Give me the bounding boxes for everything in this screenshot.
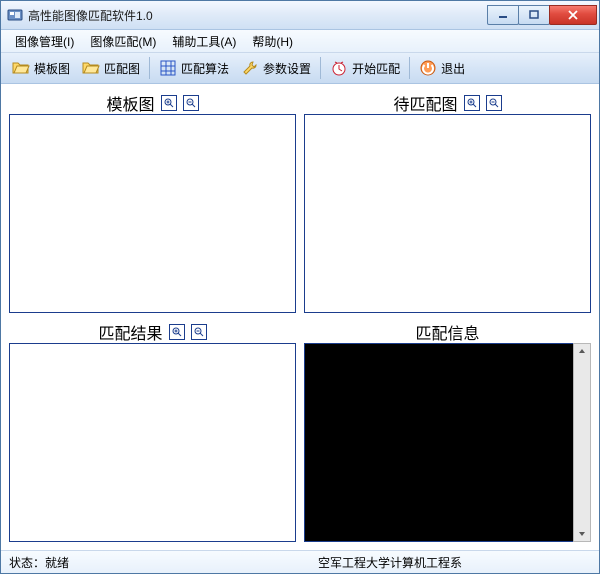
app-icon bbox=[7, 7, 23, 23]
result-image-view[interactable] bbox=[9, 343, 296, 542]
tool-matchimg-label: 匹配图 bbox=[104, 60, 140, 77]
power-icon bbox=[419, 59, 437, 77]
toolbar-separator bbox=[409, 57, 410, 79]
menu-image-manage[interactable]: 图像管理(I) bbox=[7, 30, 82, 53]
toolbar-separator bbox=[320, 57, 321, 79]
panel-template: 模板图 bbox=[9, 92, 296, 313]
folder-open-icon bbox=[82, 59, 100, 77]
tool-start-label: 开始匹配 bbox=[352, 60, 400, 77]
window-buttons bbox=[488, 5, 597, 25]
folder-open-icon bbox=[12, 59, 30, 77]
tool-template-button[interactable]: 模板图 bbox=[7, 57, 75, 79]
tool-algorithm-label: 匹配算法 bbox=[181, 60, 229, 77]
zoom-in-button[interactable] bbox=[161, 95, 177, 111]
maximize-button[interactable] bbox=[518, 5, 550, 25]
wrench-icon bbox=[241, 59, 259, 77]
panel-info-title: 匹配信息 bbox=[415, 320, 479, 344]
panel-info: 匹配信息 bbox=[304, 321, 591, 542]
panel-pending: 待匹配图 bbox=[304, 92, 591, 313]
menu-image-match[interactable]: 图像匹配(M) bbox=[82, 30, 164, 53]
client-area: 模板图 待匹配图 匹配结果 匹配信息 bbox=[1, 84, 599, 550]
zoom-out-button[interactable] bbox=[191, 324, 207, 340]
grid-icon bbox=[159, 59, 177, 77]
panel-result-head: 匹配结果 bbox=[9, 321, 296, 343]
zoom-in-button[interactable] bbox=[169, 324, 185, 340]
menu-help[interactable]: 帮助(H) bbox=[244, 30, 301, 53]
panel-template-title: 模板图 bbox=[106, 91, 154, 115]
tool-algorithm-button[interactable]: 匹配算法 bbox=[154, 57, 234, 79]
tool-params-button[interactable]: 参数设置 bbox=[236, 57, 316, 79]
pending-image-view[interactable] bbox=[304, 114, 591, 313]
titlebar: 高性能图像匹配软件1.0 bbox=[1, 1, 599, 30]
panel-pending-title: 待匹配图 bbox=[393, 91, 457, 115]
panel-info-head: 匹配信息 bbox=[304, 321, 591, 343]
zoom-in-button[interactable] bbox=[464, 95, 480, 111]
scroll-up-icon[interactable] bbox=[574, 344, 590, 358]
vertical-scrollbar[interactable] bbox=[573, 343, 591, 542]
main-window: 高性能图像匹配软件1.0 图像管理(I) 图像匹配(M) 辅助工具(A) 帮助(… bbox=[0, 0, 600, 574]
toolbar-separator bbox=[149, 57, 150, 79]
close-button[interactable] bbox=[549, 5, 597, 25]
tool-template-label: 模板图 bbox=[34, 60, 70, 77]
panel-result: 匹配结果 bbox=[9, 321, 296, 542]
template-image-view[interactable] bbox=[9, 114, 296, 313]
panel-pending-head: 待匹配图 bbox=[304, 92, 591, 114]
zoom-out-button[interactable] bbox=[183, 95, 199, 111]
panel-template-head: 模板图 bbox=[9, 92, 296, 114]
panel-result-title: 匹配结果 bbox=[98, 320, 162, 344]
clock-icon bbox=[330, 59, 348, 77]
tool-start-button[interactable]: 开始匹配 bbox=[325, 57, 405, 79]
window-title: 高性能图像匹配软件1.0 bbox=[28, 7, 488, 24]
menu-aux-tools[interactable]: 辅助工具(A) bbox=[164, 30, 244, 53]
tool-matchimg-button[interactable]: 匹配图 bbox=[77, 57, 145, 79]
tool-exit-label: 退出 bbox=[441, 60, 465, 77]
tool-exit-button[interactable]: 退出 bbox=[414, 57, 470, 79]
info-text-view[interactable] bbox=[304, 343, 591, 542]
status-text: 状态：就绪 bbox=[9, 554, 149, 571]
menubar: 图像管理(I) 图像匹配(M) 辅助工具(A) 帮助(H) bbox=[1, 30, 599, 53]
tool-params-label: 参数设置 bbox=[263, 60, 311, 77]
statusbar: 状态：就绪 空军工程大学计算机工程系 bbox=[1, 550, 599, 573]
toolbar: 模板图 匹配图 匹配算法 参数设置 开始匹配 退出 bbox=[1, 53, 599, 84]
status-center: 空军工程大学计算机工程系 bbox=[189, 554, 591, 571]
minimize-button[interactable] bbox=[487, 5, 519, 25]
zoom-out-button[interactable] bbox=[486, 95, 502, 111]
scroll-down-icon[interactable] bbox=[574, 527, 590, 541]
